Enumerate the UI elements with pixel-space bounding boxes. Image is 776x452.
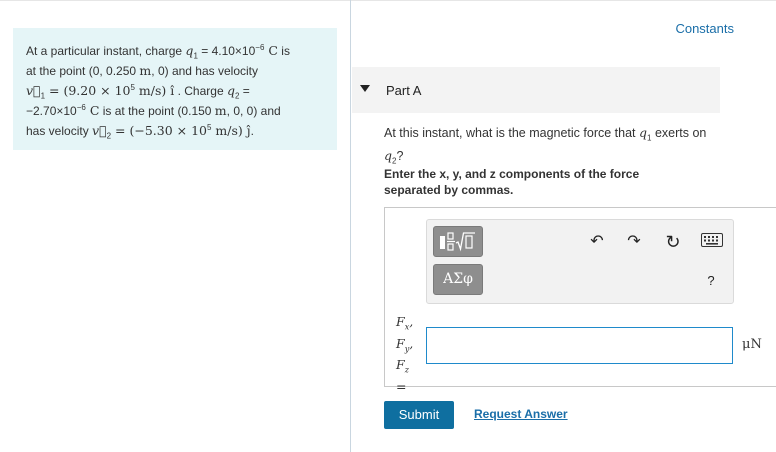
templates-button[interactable] <box>433 226 483 257</box>
answer-input[interactable] <box>426 327 733 364</box>
request-answer-link[interactable]: Request Answer <box>474 407 568 421</box>
top-border <box>0 0 776 1</box>
redo-icon[interactable]: ↷ <box>624 232 644 252</box>
instructions: Enter the x, y, and z components of the … <box>384 167 640 197</box>
help-button[interactable]: ? <box>701 271 721 291</box>
templates-icon <box>440 232 475 252</box>
keyboard-shape <box>701 233 723 247</box>
submit-button[interactable]: Submit <box>384 401 454 429</box>
collapse-caret-icon[interactable] <box>360 85 370 92</box>
part-title: Part A <box>386 83 422 98</box>
problem-statement: At a particular instant, charge q1 = 4.1… <box>13 28 337 150</box>
undo-icon[interactable]: ↶ <box>587 232 607 252</box>
answer-variables-label: Fx, Fy, Fz = <box>396 314 414 394</box>
constants-link[interactable]: Constants <box>675 21 734 36</box>
question-text: At this instant, what is the magnetic fo… <box>384 125 707 165</box>
unit-label: μN <box>742 337 762 352</box>
column-divider <box>350 0 351 452</box>
keyboard-icon[interactable] <box>700 233 724 253</box>
greek-symbols-button[interactable]: ΑΣφ <box>433 264 483 295</box>
reset-icon[interactable]: ↻ <box>663 232 683 252</box>
